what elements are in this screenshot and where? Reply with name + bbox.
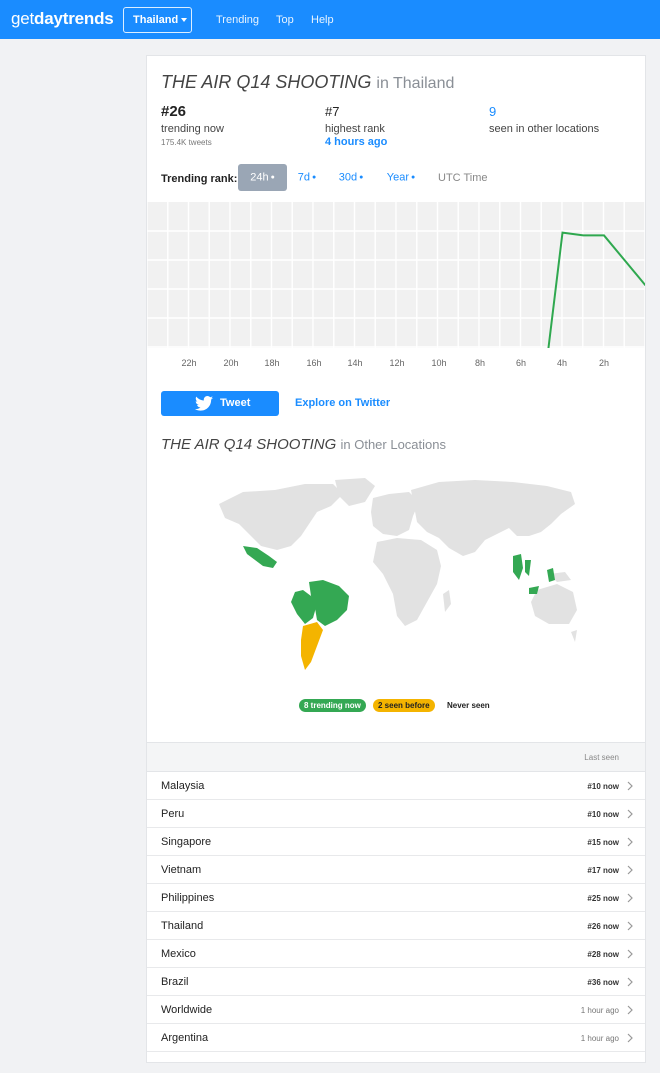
nav-help-link[interactable]: Help (311, 14, 334, 26)
location-row[interactable]: Argentina 1 hour ago (147, 1024, 645, 1052)
location-row[interactable]: Malaysia #10 now (147, 772, 645, 800)
range-7d-tab[interactable]: 7d ● (291, 164, 323, 191)
location-row[interactable]: Mexico #28 now (147, 940, 645, 968)
location-status: #17 now (587, 866, 619, 875)
navbar: getdaytrends Thailand Trending Top Help (0, 0, 660, 39)
chevron-right-icon (627, 893, 633, 903)
chart-x-tick: 6h (515, 358, 526, 368)
location-row[interactable]: Vietnam #17 now (147, 856, 645, 884)
location-status: #36 now (587, 978, 619, 987)
trending-rank-label: Trending rank: (161, 173, 238, 185)
chevron-right-icon (627, 781, 633, 791)
world-map (219, 478, 577, 670)
current-rank-label: trending now (161, 123, 224, 135)
location-name: Vietnam (161, 864, 202, 876)
chart-x-tick: 8h (474, 358, 485, 368)
last-seen-header: Last seen (584, 753, 619, 762)
location-name: Worldwide (161, 1004, 213, 1016)
legend-seen-before-badge: 2 seen before (373, 699, 435, 712)
twitter-bird-icon (195, 396, 213, 411)
table-header: Last seen (147, 742, 645, 772)
highest-rank-label: highest rank (325, 123, 385, 135)
highest-rank: #7 (325, 104, 340, 119)
location-status: 1 hour ago (580, 1006, 619, 1015)
chevron-right-icon (627, 949, 633, 959)
location-name: Thailand (161, 920, 204, 932)
location-row[interactable]: Thailand #26 now (147, 912, 645, 940)
page-title: THE AIR Q14 SHOOTING in Thailand (161, 72, 455, 92)
chevron-right-icon (627, 921, 633, 931)
nav-trending-link[interactable]: Trending (216, 14, 259, 26)
tweet-count: 175.4K tweets (161, 138, 212, 147)
chart-x-tick: 10h (431, 358, 447, 368)
other-locations-count[interactable]: 9 (489, 104, 496, 119)
chevron-right-icon (627, 1033, 633, 1043)
location-status: #10 now (587, 810, 619, 819)
location-row[interactable]: Singapore #15 now (147, 828, 645, 856)
location-status: #26 now (587, 922, 619, 931)
location-name: Brazil (161, 976, 189, 988)
highest-rank-time[interactable]: 4 hours ago (325, 136, 387, 148)
chevron-right-icon (627, 977, 633, 987)
location-row[interactable]: Brazil #36 now (147, 968, 645, 996)
legend-never-seen-badge: Never seen (447, 701, 490, 710)
rank-chart (147, 202, 645, 348)
location-name: Singapore (161, 836, 212, 848)
timezone-label: UTC Time (438, 172, 488, 184)
tweet-button-label: Tweet (220, 397, 251, 409)
current-rank: #26 (161, 103, 187, 120)
chart-x-tick: 2h (598, 358, 609, 368)
range-24h-tab[interactable]: 24h ● (238, 164, 287, 191)
explore-twitter-link[interactable]: Explore on Twitter (295, 397, 390, 409)
chart-x-tick: 22h (181, 358, 197, 368)
location-status: #25 now (587, 894, 619, 903)
range-year-tab[interactable]: Year ● (383, 164, 419, 191)
location-name: Malaysia (161, 780, 205, 792)
rank-chart-svg (147, 202, 645, 348)
other-locations-title: THE AIR Q14 SHOOTING in Other Locations (161, 436, 446, 453)
location-name: Peru (161, 808, 185, 820)
range-30d-tab[interactable]: 30d ● (333, 164, 369, 191)
location-status: 1 hour ago (580, 1034, 619, 1043)
other-locations-label: seen in other locations (489, 123, 600, 135)
chevron-right-icon (627, 837, 633, 847)
chart-x-tick: 18h (264, 358, 280, 368)
chart-x-tick: 12h (389, 358, 405, 368)
trend-card: THE AIR Q14 SHOOTING in Thailand #26 tre… (146, 55, 646, 1063)
location-row[interactable]: Peru #10 now (147, 800, 645, 828)
chevron-right-icon (627, 1005, 633, 1015)
caret-down-icon (181, 18, 188, 23)
location-name: Philippines (161, 892, 215, 904)
tweet-button[interactable]: Tweet (161, 391, 279, 416)
map-seen-before-regions (301, 622, 323, 670)
country-dropdown[interactable]: Thailand (123, 7, 192, 33)
legend-trending-badge: 8 trending now (299, 699, 366, 712)
location-name: Mexico (161, 948, 196, 960)
chart-x-tick: 20h (223, 358, 239, 368)
chevron-right-icon (627, 865, 633, 875)
chart-x-tick: 14h (347, 358, 363, 368)
location-status: #15 now (587, 838, 619, 847)
location-name: Argentina (161, 1032, 209, 1044)
brand-logo[interactable]: getdaytrends (11, 9, 114, 29)
location-status: #10 now (587, 782, 619, 791)
location-status: #28 now (587, 950, 619, 959)
chart-x-tick: 4h (556, 358, 567, 368)
location-row[interactable]: Worldwide 1 hour ago (147, 996, 645, 1024)
chevron-right-icon (627, 809, 633, 819)
chart-x-tick: 16h (306, 358, 322, 368)
country-label: Thailand (133, 14, 179, 26)
location-row[interactable]: Philippines #25 now (147, 884, 645, 912)
nav-top-link[interactable]: Top (276, 14, 294, 26)
